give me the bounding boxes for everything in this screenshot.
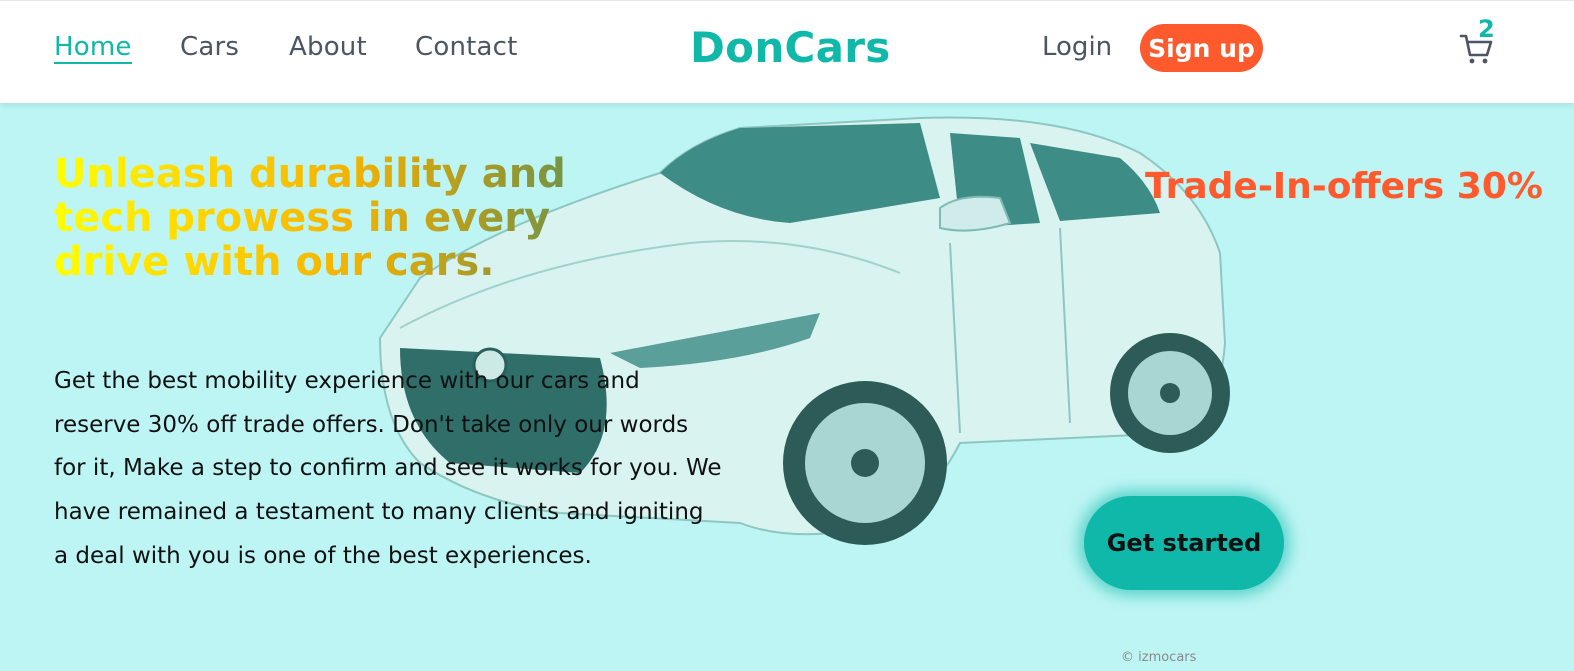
site-header: Home Cars About Contact DonCars Login Si… [0,0,1574,103]
get-started-button[interactable]: Get started [1084,496,1284,590]
nav-link-contact[interactable]: Contact [415,32,518,62]
login-link[interactable]: Login [1042,32,1112,62]
signup-button[interactable]: Sign up [1140,24,1263,72]
hero-headline: Unleash durability and tech prowess in e… [54,152,654,284]
cart-count-badge: 2 [1478,15,1495,43]
brand-logo[interactable]: DonCars [690,23,891,72]
nav-link-cars[interactable]: Cars [180,32,239,62]
trade-in-offer: Trade-In-offers 30% [1145,166,1543,207]
nav-link-about[interactable]: About [289,32,367,62]
nav-link-home[interactable]: Home [54,32,132,64]
hero-description: Get the best mobility experience with ou… [54,368,722,569]
image-watermark: © izmocars [1121,650,1197,665]
